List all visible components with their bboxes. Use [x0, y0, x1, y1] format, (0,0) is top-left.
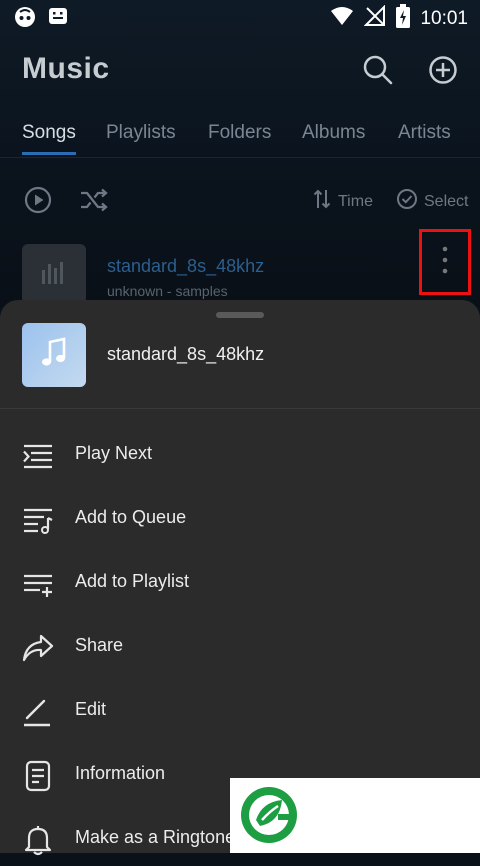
shuffle-icon[interactable]	[78, 184, 110, 221]
menu-share[interactable]: Share	[0, 618, 480, 674]
sort-icon	[312, 188, 332, 215]
tab-folders[interactable]: Folders	[208, 122, 271, 144]
tab-albums[interactable]: Albums	[302, 122, 365, 144]
status-bar: 10:01	[0, 0, 480, 34]
check-circle-icon	[396, 188, 418, 215]
menu-label: Edit	[75, 699, 107, 719]
sort-label: Time	[338, 192, 373, 210]
battery-charging-icon	[396, 4, 411, 33]
menu-label: Add to Queue	[75, 507, 187, 527]
notification-message-icon	[48, 6, 68, 33]
song-list-item[interactable]: standard_8s_48khz unknown - samples	[0, 242, 480, 306]
add-icon[interactable]	[425, 52, 461, 88]
add-to-queue-icon	[22, 504, 54, 536]
menu-add-to-playlist[interactable]: Add to Playlist	[0, 554, 480, 610]
menu-label: Add to Playlist	[75, 571, 190, 591]
menu-label: Play Next	[75, 443, 153, 463]
notification-app-icon	[14, 6, 36, 33]
tab-active-indicator	[22, 152, 76, 155]
edit-icon	[22, 696, 54, 728]
play-next-icon	[22, 440, 54, 472]
song-more-button[interactable]	[419, 229, 471, 295]
select-label: Select	[424, 192, 469, 210]
tab-artists[interactable]: Artists	[398, 122, 451, 144]
add-to-playlist-icon	[22, 568, 54, 600]
search-icon[interactable]	[360, 52, 396, 88]
share-icon	[22, 632, 54, 664]
tab-songs[interactable]: Songs	[22, 122, 76, 144]
menu-add-to-queue[interactable]: Add to Queue	[0, 490, 480, 546]
bell-icon	[22, 824, 54, 856]
menu-play-next[interactable]: Play Next	[0, 426, 480, 482]
music-app: 10:01 Music Songs Playlists Folders Albu…	[0, 0, 480, 856]
watermark-overlay	[230, 778, 480, 853]
sheet-song-artwork	[22, 323, 86, 387]
select-button[interactable]: Select	[396, 188, 468, 215]
watermark-logo-icon	[238, 784, 300, 851]
song-artwork	[22, 244, 86, 304]
song-artist-album: unknown - samples	[107, 283, 228, 299]
status-time: 10:01	[420, 7, 468, 29]
information-icon	[22, 760, 54, 792]
page-title: Music	[22, 52, 110, 85]
tab-playlists[interactable]: Playlists	[106, 122, 176, 144]
menu-label: Share	[75, 635, 124, 655]
tab-bar: Songs Playlists Folders Albums Artists	[0, 108, 480, 158]
menu-edit[interactable]: Edit	[0, 682, 480, 738]
wifi-icon	[330, 6, 354, 31]
song-actions-bar: Time Select	[0, 180, 480, 224]
equalizer-icon	[40, 260, 68, 289]
music-note-icon	[39, 336, 69, 374]
app-header: Music	[0, 40, 480, 104]
menu-label: Make as a Ringtone	[75, 827, 236, 847]
menu-label: Information	[75, 763, 166, 783]
sheet-song-title: standard_8s_48khz	[107, 344, 265, 364]
more-vertical-icon	[441, 245, 449, 280]
song-title: standard_8s_48khz	[107, 256, 265, 276]
song-options-sheet: standard_8s_48khz Play Next Add to Queue…	[0, 300, 480, 856]
sheet-drag-handle[interactable]	[216, 312, 264, 318]
no-signal-icon	[364, 4, 386, 32]
header-divider	[0, 157, 480, 158]
play-all-icon[interactable]	[22, 184, 54, 221]
sheet-divider	[0, 408, 480, 409]
sort-button[interactable]: Time	[312, 188, 373, 215]
sheet-header: standard_8s_48khz	[0, 320, 480, 388]
